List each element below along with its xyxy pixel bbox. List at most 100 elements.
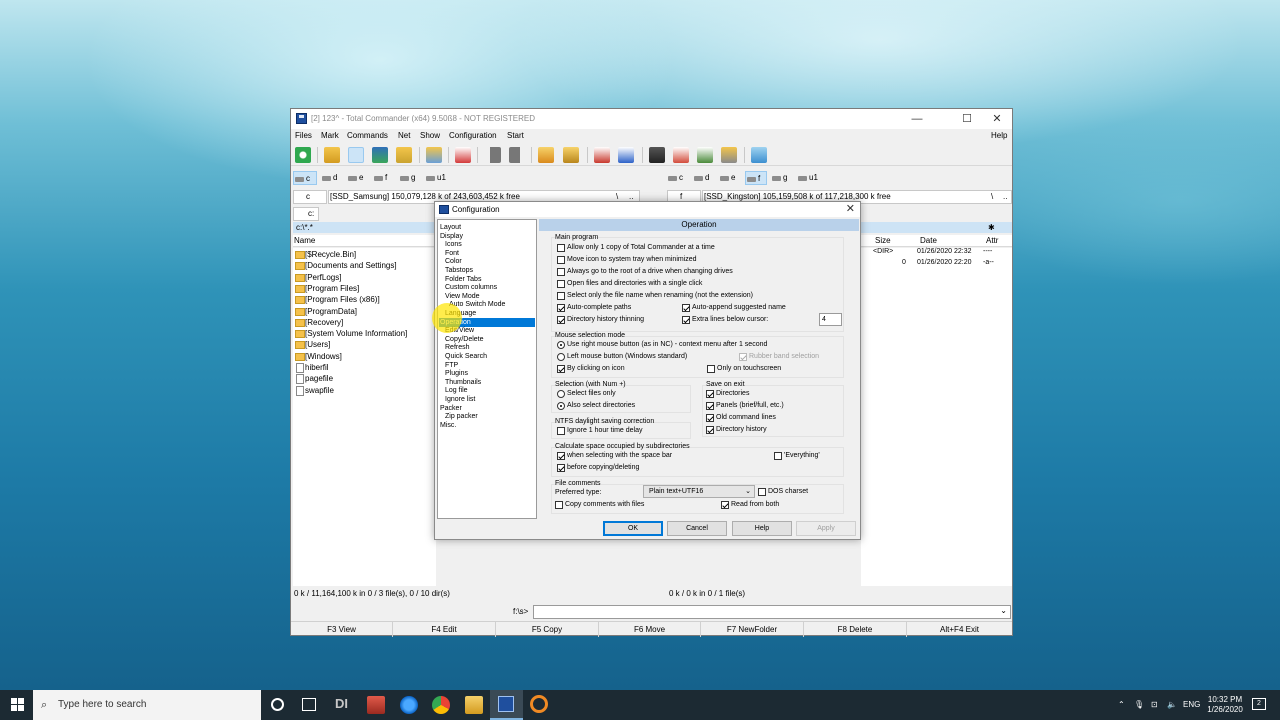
ok-button[interactable]: OK [603, 521, 663, 536]
allow-one-copy-checkbox[interactable] [557, 244, 565, 252]
f4-edit-button[interactable]: F4 Edit [393, 622, 496, 637]
select-name-checkbox[interactable] [557, 292, 565, 300]
right-star-button[interactable]: ✱ [988, 222, 995, 233]
everything-checkbox[interactable] [774, 452, 782, 460]
maximize-button[interactable]: ☐ [953, 111, 981, 127]
menu-mark[interactable]: Mark [321, 131, 339, 140]
refresh-icon[interactable] [295, 147, 311, 163]
root-drive-checkbox[interactable] [557, 268, 565, 276]
total-commander-taskbar-button[interactable] [490, 690, 523, 720]
select-dirs-radio[interactable] [557, 402, 565, 410]
menu-net[interactable]: Net [398, 131, 410, 140]
network-icon[interactable]: ⊡ [1151, 690, 1158, 720]
f6-move-button[interactable]: F6 Move [599, 622, 701, 637]
save-dirhist-checkbox[interactable] [706, 426, 714, 434]
extra-lines-input[interactable]: 4 [819, 313, 842, 326]
minimize-button[interactable]: — [903, 111, 931, 127]
task-view-icon[interactable] [302, 698, 316, 711]
pack-icon[interactable] [538, 147, 554, 163]
unpack-icon[interactable] [563, 147, 579, 163]
right-drive-c[interactable]: c [667, 171, 689, 185]
left-drive-d[interactable]: d [321, 171, 343, 185]
folder-item[interactable]: [ProgramData] [295, 306, 357, 317]
right-drive-e[interactable]: e [719, 171, 741, 185]
taskbar-search[interactable]: ⌕ Type here to search [33, 690, 261, 720]
autocomplete-checkbox[interactable] [557, 304, 565, 312]
language-indicator[interactable]: ENG [1183, 690, 1200, 720]
dos-charset-checkbox[interactable] [758, 488, 766, 496]
f3-view-button[interactable]: F3 View [291, 622, 393, 637]
gift-app-icon[interactable] [367, 696, 385, 714]
right-drive-u1[interactable]: u1 [797, 171, 823, 185]
ftp-icon[interactable] [594, 147, 610, 163]
menu-configuration[interactable]: Configuration [449, 131, 497, 140]
save-cmdlines-checkbox[interactable] [706, 414, 714, 422]
left-col-name[interactable]: Name [294, 235, 315, 247]
forward-arrow-icon[interactable] [509, 147, 525, 163]
tree-item[interactable]: Misc. [440, 421, 456, 430]
left-drive-e[interactable]: e [347, 171, 369, 185]
save-panels-checkbox[interactable] [706, 402, 714, 410]
folder-item[interactable]: [System Volume Information] [295, 328, 407, 339]
apply-button[interactable]: Apply [796, 521, 856, 536]
sync-dirs-icon[interactable] [697, 147, 713, 163]
space-bar-checkbox[interactable] [557, 452, 565, 460]
left-root-button[interactable]: \ [616, 192, 618, 201]
right-drive-d[interactable]: d [693, 171, 715, 185]
files-only-radio[interactable] [557, 390, 565, 398]
tray-chevron-up-icon[interactable]: ⌃ [1118, 690, 1125, 720]
menu-start[interactable]: Start [507, 131, 524, 140]
right-up-button[interactable]: .. [1003, 192, 1007, 201]
cube-icon[interactable] [751, 147, 767, 163]
read-both-checkbox[interactable] [721, 501, 729, 509]
thumbnails-icon[interactable] [372, 147, 388, 163]
right-mouse-radio[interactable] [557, 341, 565, 349]
chevron-down-icon[interactable]: ⌄ [1000, 606, 1007, 615]
single-click-checkbox[interactable] [557, 280, 565, 288]
touchscreen-checkbox[interactable] [707, 365, 715, 373]
brief-view-icon[interactable] [324, 147, 340, 163]
edge-icon[interactable] [400, 696, 418, 714]
folder-item[interactable]: [$Recycle.Bin] [295, 249, 356, 260]
chrome-icon[interactable] [432, 696, 450, 714]
extra-lines-checkbox[interactable] [682, 316, 690, 324]
left-drive-c[interactable]: c [293, 171, 317, 185]
rubber-band-checkbox[interactable] [739, 353, 747, 361]
file-explorer-icon[interactable] [465, 696, 483, 714]
full-view-icon[interactable] [348, 147, 364, 163]
url-icon[interactable] [618, 147, 634, 163]
invert-selection-icon[interactable] [455, 147, 471, 163]
notepad-icon[interactable] [721, 147, 737, 163]
cancel-button[interactable]: Cancel [667, 521, 727, 536]
f5-copy-button[interactable]: F5 Copy [496, 622, 599, 637]
folder-item[interactable]: [Documents and Settings] [295, 260, 397, 271]
menu-files[interactable]: Files [295, 131, 312, 140]
file-item[interactable]: hiberfil [295, 362, 329, 373]
dl-app-icon[interactable]: DI [335, 696, 348, 711]
right-root-button[interactable]: \ [991, 192, 993, 201]
click-icon-checkbox[interactable] [557, 365, 565, 373]
left-up-button[interactable]: .. [629, 192, 633, 201]
close-button[interactable]: ✕ [983, 111, 1011, 127]
right-col-size[interactable]: Size [875, 235, 891, 247]
right-file-panel[interactable]: <DIR> 01/26/2020 22:32 ---- 0 01/26/2020… [861, 248, 1012, 586]
preferred-type-select[interactable]: Plain text+UTF16 ⌄ [643, 485, 755, 498]
help-button[interactable]: Help [732, 521, 792, 536]
command-line-input[interactable]: ⌄ [533, 605, 1011, 619]
left-drive-f[interactable]: f [373, 171, 395, 185]
left-drive-g[interactable]: g [399, 171, 421, 185]
save-dirs-checkbox[interactable] [706, 390, 714, 398]
copy-comments-checkbox[interactable] [555, 501, 563, 509]
right-col-attr[interactable]: Attr [986, 235, 998, 247]
append-name-checkbox[interactable] [682, 304, 690, 312]
windows-start-button[interactable] [11, 698, 25, 712]
sort-icon[interactable] [426, 147, 442, 163]
search-binoculars-icon[interactable] [649, 147, 665, 163]
multi-rename-icon[interactable] [673, 147, 689, 163]
left-drive-u1[interactable]: u1 [425, 171, 451, 185]
right-col-date[interactable]: Date [920, 235, 937, 247]
ntfs-ignore-checkbox[interactable] [557, 427, 565, 435]
menu-help[interactable]: Help [991, 131, 1007, 140]
left-mouse-radio[interactable] [557, 353, 565, 361]
search-app-icon[interactable] [530, 695, 548, 713]
